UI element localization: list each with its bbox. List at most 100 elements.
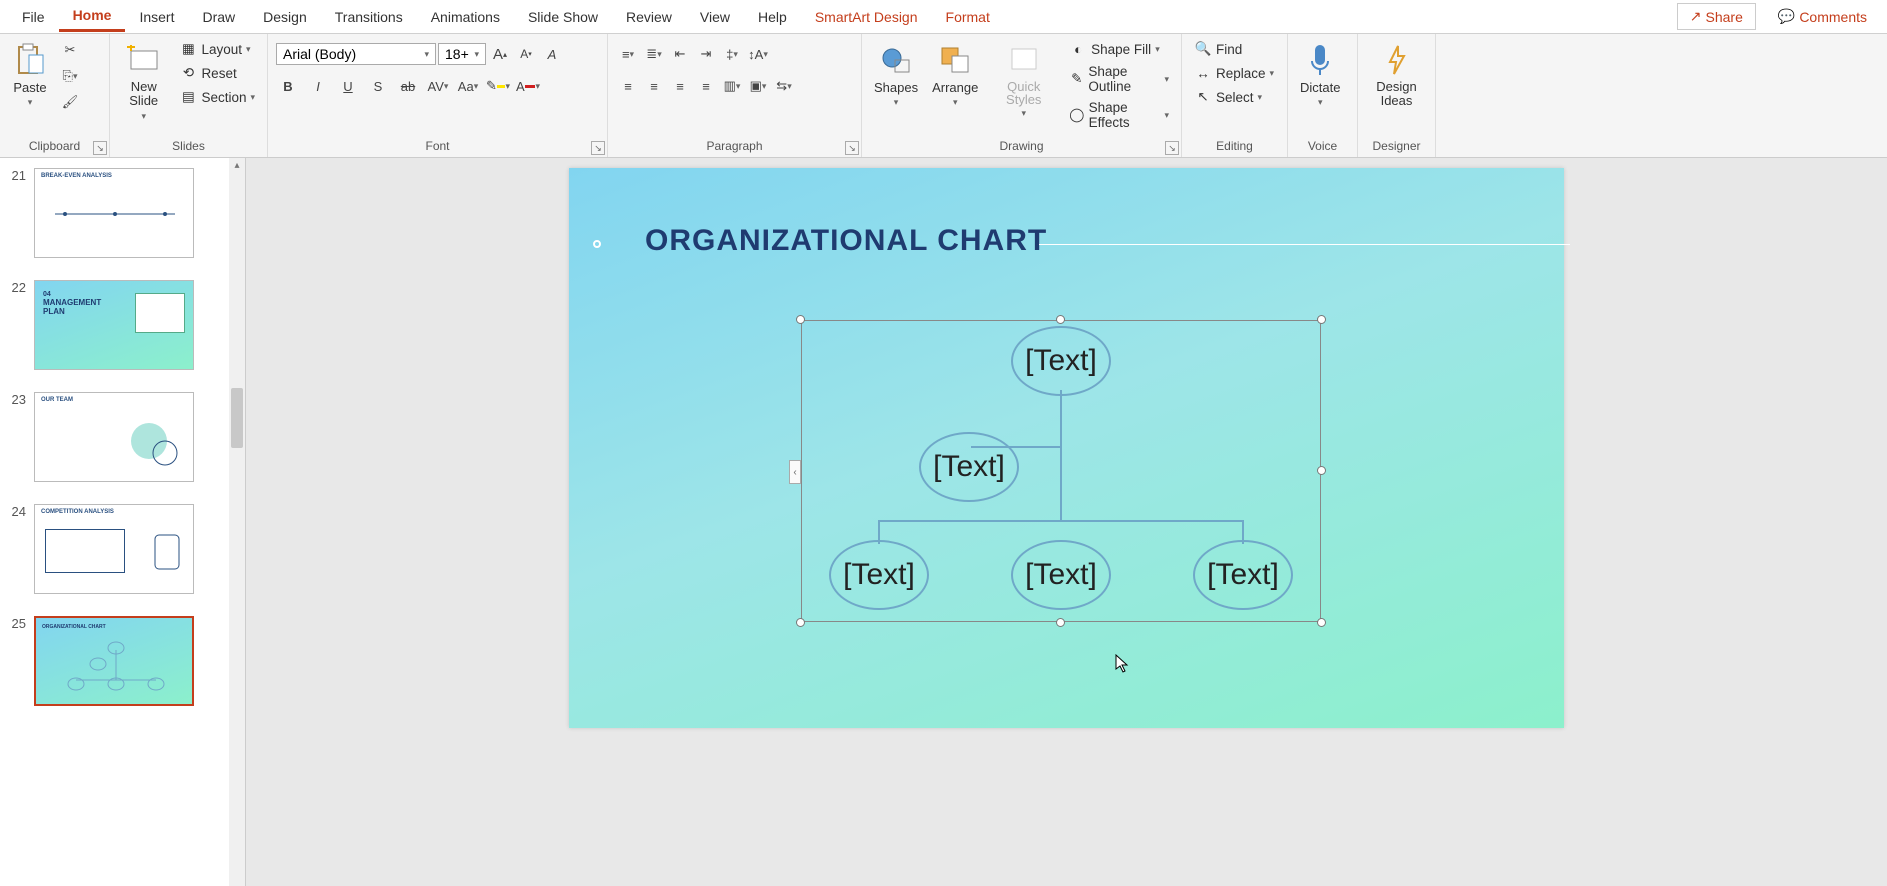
group-designer-label: Designer bbox=[1366, 135, 1427, 157]
org-node-text[interactable]: [Text] bbox=[843, 558, 915, 592]
smartart-org-chart[interactable]: ‹ [Text] [Text] [Text] bbox=[801, 320, 1321, 622]
slide-thumbnail-23[interactable]: OUR TEAM bbox=[34, 392, 194, 482]
org-node-assistant[interactable]: [Text] bbox=[919, 432, 1019, 502]
paragraph-dialog-launcher[interactable]: ↘ bbox=[845, 141, 859, 155]
layout-button[interactable]: ▦Layout▾ bbox=[175, 38, 259, 60]
numbering-button[interactable]: ≣▾ bbox=[642, 42, 666, 66]
thumb-number: 21 bbox=[4, 168, 26, 258]
slide-thumbnail-21[interactable]: BREAK-EVEN ANALYSIS bbox=[34, 168, 194, 258]
cut-button[interactable]: ✂ bbox=[58, 38, 82, 62]
org-node-child-2[interactable]: [Text] bbox=[1011, 540, 1111, 610]
new-slide-button[interactable]: New Slide ▾ bbox=[118, 38, 169, 126]
menu-format[interactable]: Format bbox=[932, 3, 1004, 31]
org-node-text[interactable]: [Text] bbox=[1025, 558, 1097, 592]
share-button[interactable]: ↗Share bbox=[1677, 3, 1756, 30]
change-case-button[interactable]: Aa▾ bbox=[456, 74, 480, 98]
align-text-button[interactable]: ▣▾ bbox=[746, 74, 770, 98]
slide-thumbnail-22[interactable]: 04 MANAGEMENT PLAN bbox=[34, 280, 194, 370]
menu-smartart-design[interactable]: SmartArt Design bbox=[801, 3, 932, 31]
org-node-child-1[interactable]: [Text] bbox=[829, 540, 929, 610]
comments-button[interactable]: 💬Comments bbox=[1766, 3, 1879, 30]
org-node-text[interactable]: [Text] bbox=[1207, 558, 1279, 592]
smartart-text-pane-toggle[interactable]: ‹ bbox=[789, 460, 801, 484]
menu-review[interactable]: Review bbox=[612, 3, 686, 31]
menu-design[interactable]: Design bbox=[249, 3, 321, 31]
resize-handle-e[interactable] bbox=[1317, 466, 1326, 475]
thumbnail-scrollbar[interactable]: ▴ bbox=[229, 158, 245, 886]
font-dialog-launcher[interactable]: ↘ bbox=[591, 141, 605, 155]
resize-handle-n[interactable] bbox=[1056, 315, 1065, 324]
drawing-dialog-launcher[interactable]: ↘ bbox=[1165, 141, 1179, 155]
scrollbar-thumb[interactable] bbox=[231, 388, 243, 448]
slide[interactable]: ORGANIZATIONAL CHART ‹ bbox=[569, 168, 1564, 728]
align-left-button[interactable]: ≡ bbox=[616, 74, 640, 98]
org-node-text[interactable]: [Text] bbox=[933, 450, 1005, 484]
convert-smartart-button[interactable]: ⇆▾ bbox=[772, 74, 796, 98]
resize-handle-sw[interactable] bbox=[796, 618, 805, 627]
menu-slideshow[interactable]: Slide Show bbox=[514, 3, 612, 31]
menu-draw[interactable]: Draw bbox=[188, 3, 249, 31]
paste-button[interactable]: Paste ▾ bbox=[8, 38, 52, 112]
font-color-button[interactable]: A▾ bbox=[516, 74, 540, 98]
dictate-button[interactable]: Dictate▾ bbox=[1296, 38, 1344, 112]
arrange-button[interactable]: Arrange▾ bbox=[928, 38, 982, 112]
menu-view[interactable]: View bbox=[686, 3, 744, 31]
section-button[interactable]: ▤Section▾ bbox=[175, 86, 259, 108]
decrease-font-button[interactable]: A▾ bbox=[514, 42, 538, 66]
columns-button[interactable]: ▥▾ bbox=[720, 74, 744, 98]
underline-button[interactable]: U bbox=[336, 74, 360, 98]
shadow-button[interactable]: S bbox=[366, 74, 390, 98]
strikethrough-button[interactable]: ab bbox=[396, 74, 420, 98]
shapes-button[interactable]: Shapes▾ bbox=[870, 38, 922, 112]
clipboard-dialog-launcher[interactable]: ↘ bbox=[93, 141, 107, 155]
line-spacing-button[interactable]: ‡▾ bbox=[720, 42, 744, 66]
org-node-root[interactable]: [Text] bbox=[1011, 326, 1111, 396]
shape-fill-button[interactable]: ◐Shape Fill▾ bbox=[1065, 38, 1173, 60]
replace-button[interactable]: ↔Replace▾ bbox=[1190, 62, 1278, 84]
slide-thumbnail-25[interactable]: ORGANIZATIONAL CHART bbox=[34, 616, 194, 706]
align-center-button[interactable]: ≡ bbox=[642, 74, 666, 98]
decrease-indent-button[interactable]: ⇤ bbox=[668, 42, 692, 66]
resize-handle-se[interactable] bbox=[1317, 618, 1326, 627]
org-node-child-3[interactable]: [Text] bbox=[1193, 540, 1293, 610]
bullets-button[interactable]: ≡▾ bbox=[616, 42, 640, 66]
resize-handle-s[interactable] bbox=[1056, 618, 1065, 627]
menu-animations[interactable]: Animations bbox=[417, 3, 514, 31]
character-spacing-button[interactable]: AV▾ bbox=[426, 74, 450, 98]
font-name-combobox[interactable]: Arial (Body)▾ bbox=[276, 43, 436, 65]
increase-indent-button[interactable]: ⇥ bbox=[694, 42, 718, 66]
slide-title[interactable]: ORGANIZATIONAL CHART bbox=[645, 224, 1047, 258]
reset-button[interactable]: ⟲Reset bbox=[175, 62, 259, 84]
shape-effects-button[interactable]: ◯Shape Effects▾ bbox=[1065, 98, 1173, 132]
bold-button[interactable]: B bbox=[276, 74, 300, 98]
slide-canvas[interactable]: ORGANIZATIONAL CHART ‹ bbox=[246, 158, 1887, 886]
group-drawing-label: Drawing bbox=[870, 135, 1173, 157]
select-button[interactable]: ↖Select▾ bbox=[1190, 86, 1278, 108]
font-name-value: Arial (Body) bbox=[283, 46, 356, 62]
design-ideas-button[interactable]: Design Ideas bbox=[1366, 38, 1427, 113]
share-label: Share bbox=[1706, 9, 1743, 25]
highlight-button[interactable]: ✎▾ bbox=[486, 74, 510, 98]
format-painter-button[interactable]: 🖌 bbox=[58, 90, 82, 114]
shape-outline-button[interactable]: ✎Shape Outline▾ bbox=[1065, 62, 1173, 96]
align-right-button[interactable]: ≡ bbox=[668, 74, 692, 98]
clear-formatting-button[interactable]: A bbox=[540, 42, 564, 66]
resize-handle-nw[interactable] bbox=[796, 315, 805, 324]
increase-font-button[interactable]: A▴ bbox=[488, 42, 512, 66]
italic-button[interactable]: I bbox=[306, 74, 330, 98]
resize-handle-ne[interactable] bbox=[1317, 315, 1326, 324]
menu-file[interactable]: File bbox=[8, 3, 59, 31]
menu-home[interactable]: Home bbox=[59, 1, 126, 32]
menu-insert[interactable]: Insert bbox=[125, 3, 188, 31]
menu-help[interactable]: Help bbox=[744, 3, 801, 31]
org-node-text[interactable]: [Text] bbox=[1025, 344, 1097, 378]
justify-button[interactable]: ≡ bbox=[694, 74, 718, 98]
menu-transitions[interactable]: Transitions bbox=[321, 3, 417, 31]
slide-thumbnail-24[interactable]: COMPETITION ANALYSIS bbox=[34, 504, 194, 594]
quick-styles-button[interactable]: Quick Styles▾ bbox=[988, 38, 1059, 123]
copy-button[interactable]: ⎘▾ bbox=[58, 64, 82, 88]
text-direction-button[interactable]: ↕A▾ bbox=[746, 42, 770, 66]
font-size-combobox[interactable]: 18+▾ bbox=[438, 43, 486, 65]
find-button[interactable]: 🔍Find bbox=[1190, 38, 1278, 60]
scroll-up-icon[interactable]: ▴ bbox=[231, 160, 243, 172]
